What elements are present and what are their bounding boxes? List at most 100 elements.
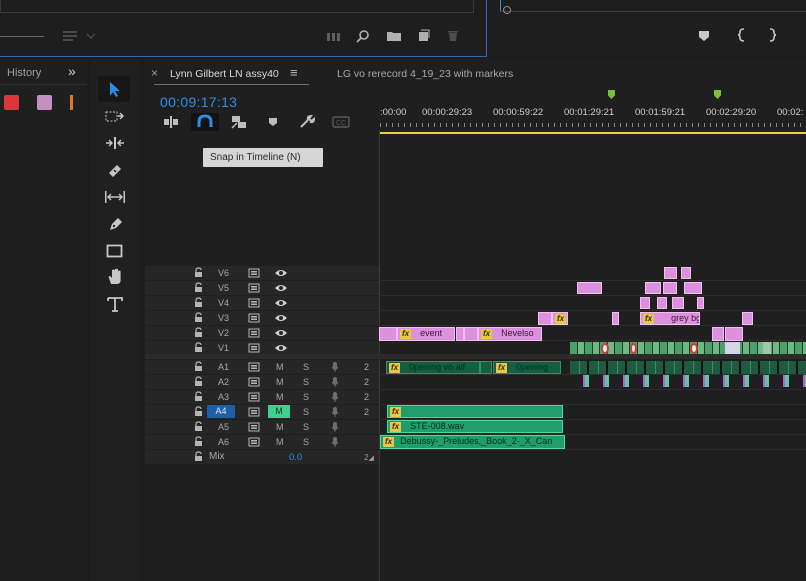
wrench-icon[interactable]: [299, 115, 315, 129]
clip-a6-debussy[interactable]: fx Debussy-_Preludes,_Book_2-_X_Can: [380, 435, 565, 449]
ripple-edit-icon[interactable]: [105, 136, 125, 150]
track-name[interactable]: A1: [218, 362, 229, 372]
new-item-icon[interactable]: [418, 29, 430, 42]
clip-v6[interactable]: [664, 267, 677, 279]
clip-v2-event[interactable]: fx event: [397, 327, 455, 341]
playhead-handle[interactable]: [503, 6, 511, 14]
sync-lock-icon[interactable]: [248, 437, 260, 447]
track-name[interactable]: V6: [218, 268, 229, 278]
tab-sequence-2[interactable]: LG vo rerecord 4_19_23 with markers: [337, 68, 513, 80]
chevron-down-icon[interactable]: [86, 32, 96, 40]
sync-lock-icon[interactable]: [248, 407, 260, 417]
track-name[interactable]: V2: [218, 328, 229, 338]
clip-a1-opening-vo[interactable]: fx 0pening vo.aif: [386, 361, 480, 374]
lock-icon[interactable]: [194, 436, 203, 447]
track-name[interactable]: A4: [207, 405, 235, 418]
lock-icon[interactable]: [194, 391, 203, 402]
snap-button[interactable]: [191, 113, 219, 131]
mark-out-icon[interactable]: [767, 28, 777, 42]
clip-v3[interactable]: fx: [552, 312, 568, 325]
clip-v2-nevelso[interactable]: fx Nevelso: [478, 327, 542, 341]
clip-v4[interactable]: [697, 297, 704, 309]
sync-lock-icon[interactable]: [248, 298, 260, 308]
clip-v2[interactable]: [464, 327, 478, 341]
work-area-bar[interactable]: [380, 132, 806, 134]
sync-lock-icon[interactable]: [248, 343, 260, 353]
microphone-icon[interactable]: [331, 421, 339, 433]
search-icon[interactable]: [356, 29, 370, 43]
lock-icon[interactable]: [194, 421, 203, 432]
tab-close-icon[interactable]: ×: [151, 66, 158, 80]
lock-icon[interactable]: [194, 342, 203, 353]
scrubber-bar[interactable]: [500, 11, 806, 12]
mute-button[interactable]: M: [276, 377, 284, 387]
add-marker-icon[interactable]: [268, 117, 278, 127]
mute-button[interactable]: M: [268, 405, 290, 418]
lock-icon[interactable]: [194, 451, 203, 462]
history-tab[interactable]: History: [7, 67, 41, 79]
clip-v2[interactable]: [725, 327, 743, 341]
eye-icon[interactable]: [274, 268, 288, 278]
clip-v3[interactable]: [612, 312, 619, 325]
lock-icon[interactable]: [194, 282, 203, 293]
lock-icon[interactable]: [194, 312, 203, 323]
clip-v5[interactable]: [663, 282, 677, 294]
clip-v4[interactable]: [640, 297, 650, 309]
clip-v4[interactable]: [672, 297, 684, 309]
sync-lock-icon[interactable]: [248, 362, 260, 372]
tab-menu-icon[interactable]: ≡: [290, 65, 298, 80]
sync-lock-icon[interactable]: [248, 377, 260, 387]
mute-button[interactable]: M: [276, 362, 284, 372]
a1-clip-strip[interactable]: [570, 361, 806, 374]
clip-v6[interactable]: [681, 267, 691, 279]
hand-icon[interactable]: [106, 268, 124, 286]
list-view-icon[interactable]: [62, 30, 78, 42]
sequence-marker[interactable]: [714, 90, 721, 99]
solo-button[interactable]: S: [303, 362, 309, 372]
solo-button[interactable]: S: [303, 392, 309, 402]
clip-a1-opening[interactable]: fx 0pening: [493, 361, 561, 374]
track-name[interactable]: A6: [218, 437, 229, 447]
track-name[interactable]: V3: [218, 313, 229, 323]
microphone-icon[interactable]: [331, 361, 339, 373]
pen-icon[interactable]: [106, 216, 124, 232]
clip-v2[interactable]: [456, 327, 464, 341]
label-color-red[interactable]: [4, 95, 19, 110]
a2-clip-strip[interactable]: [577, 375, 806, 387]
microphone-icon[interactable]: [331, 391, 339, 403]
clip-v3-grey-bg[interactable]: fx grey bg: [640, 312, 700, 325]
clip-v5[interactable]: [645, 282, 661, 294]
sync-lock-icon[interactable]: [248, 268, 260, 278]
lock-icon[interactable]: [194, 297, 203, 308]
playhead-timecode[interactable]: 00:09:17:13: [160, 94, 237, 110]
sync-lock-icon[interactable]: [248, 313, 260, 323]
freeform-view-icon[interactable]: [326, 31, 342, 43]
eye-icon[interactable]: [274, 343, 288, 353]
track-name[interactable]: V1: [218, 343, 229, 353]
eye-icon[interactable]: [274, 328, 288, 338]
tab-sequence-active[interactable]: Lynn Gilbert LN assy40: [170, 68, 279, 80]
captions-icon[interactable]: CC: [332, 116, 350, 128]
track-name[interactable]: A3: [218, 392, 229, 402]
solo-button[interactable]: S: [303, 437, 309, 447]
solo-button[interactable]: S: [303, 407, 309, 417]
sequence-marker[interactable]: [608, 90, 615, 99]
track-select-forward-icon[interactable]: [105, 110, 125, 124]
clip-v2[interactable]: [379, 327, 397, 341]
clip-v2[interactable]: [712, 327, 724, 341]
type-icon[interactable]: [106, 296, 124, 312]
selection-tool[interactable]: [98, 76, 130, 102]
folder-icon[interactable]: [386, 30, 402, 42]
mute-button[interactable]: M: [276, 437, 284, 447]
eye-icon[interactable]: [274, 313, 288, 323]
slip-icon[interactable]: [104, 190, 126, 204]
video-audio-divider[interactable]: [145, 354, 806, 359]
mark-in-icon[interactable]: [737, 28, 747, 42]
solo-button[interactable]: S: [303, 377, 309, 387]
search-field-underline[interactable]: [0, 36, 44, 37]
sync-lock-icon[interactable]: [248, 392, 260, 402]
time-ruler[interactable]: :00:00 00:00:29:23 00:00:59:22 00:01:29:…: [380, 90, 806, 130]
microphone-icon[interactable]: [331, 376, 339, 388]
track-name[interactable]: A5: [218, 422, 229, 432]
mute-button[interactable]: M: [276, 392, 284, 402]
